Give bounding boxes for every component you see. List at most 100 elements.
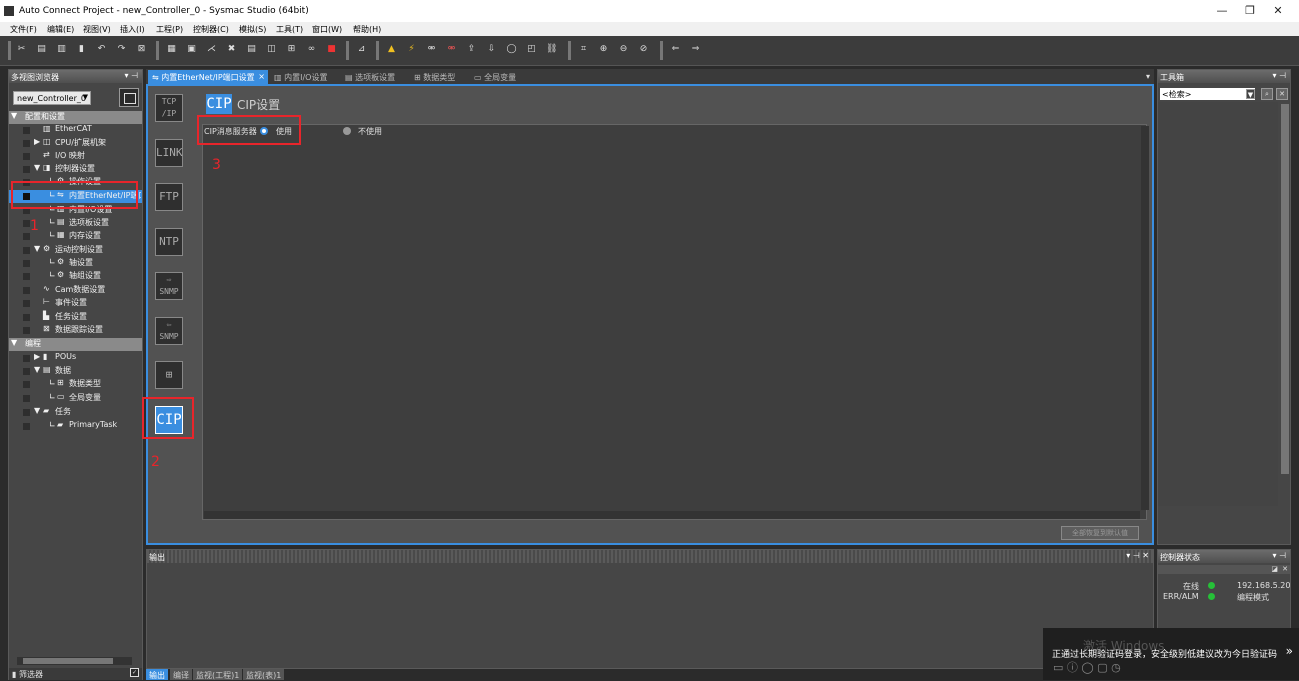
menu-edit[interactable]: 编辑(E) xyxy=(47,24,74,35)
stop-icon[interactable]: ■ xyxy=(326,44,337,55)
online-icon[interactable]: ⚡ xyxy=(406,44,417,55)
tab-output[interactable]: 输出 xyxy=(146,669,168,680)
filter-icon[interactable]: ⊿ xyxy=(356,44,367,55)
zoom-out-icon[interactable]: ⊖ xyxy=(618,44,629,55)
tree-item-data-trace[interactable]: ⊠ 数据跟踪设置 xyxy=(9,324,142,337)
tab-close-button[interactable]: × xyxy=(258,72,265,81)
tree-item-option-board[interactable]: ∟ ▤ 选项板设置 xyxy=(9,217,142,230)
copy-icon[interactable]: ▤ xyxy=(36,44,47,55)
filter-bar[interactable]: ▮ 筛选器 ✓ xyxy=(9,668,142,680)
ntp-button[interactable]: NTP xyxy=(155,228,183,256)
cut-icon[interactable]: ✂ xyxy=(16,44,27,55)
tree-section-config[interactable]: ▼ 配置和设置 xyxy=(9,111,142,124)
sync-icon[interactable]: ◰ xyxy=(526,44,537,55)
warning-icon[interactable]: ▲ xyxy=(386,44,397,55)
close-window-button[interactable]: ✕ xyxy=(1266,3,1290,19)
tab-data-types[interactable]: ⊞ 数据类型 xyxy=(410,70,459,84)
tcpip-button[interactable]: TCP/IP xyxy=(155,94,183,122)
filter-settings-button[interactable]: ⊞ xyxy=(155,361,183,389)
menu-help[interactable]: 帮助(H) xyxy=(353,24,381,35)
controller-select[interactable]: new_Controller_0 ▼ xyxy=(13,91,91,105)
tree-item-data[interactable]: ▼ ▤ 数据 xyxy=(9,365,142,378)
snmp-trap-button[interactable]: ⇦ SNMP xyxy=(155,317,183,345)
menu-simulation[interactable]: 模拟(S) xyxy=(239,24,266,35)
tab-global-vars[interactable]: ▭ 全局变量 xyxy=(470,70,520,84)
pin-icon[interactable]: ▾ ⊣ xyxy=(124,71,138,80)
toolbox-scrollbar[interactable] xyxy=(1281,104,1289,474)
cross-reference-icon[interactable]: ▦ xyxy=(166,44,177,55)
download-icon[interactable]: ⇩ xyxy=(486,44,497,55)
tree-item-cam-data[interactable]: ∿ Cam数据设置 xyxy=(9,284,142,297)
tree-item-ethercat[interactable]: ▥ EtherCAT xyxy=(9,124,142,137)
zoom-fit-icon[interactable]: ⌗ xyxy=(578,44,589,55)
zoom-reset-icon[interactable]: ⊘ xyxy=(638,44,649,55)
tab-build[interactable]: 编译 xyxy=(170,669,192,680)
menu-controller[interactable]: 控制器(C) xyxy=(193,24,229,35)
menu-insert[interactable]: 插入(I) xyxy=(120,24,145,35)
compare-icon[interactable]: ◫ xyxy=(266,44,277,55)
network-icon[interactable]: ▤ xyxy=(246,44,257,55)
controller-status-button[interactable] xyxy=(119,88,139,107)
link-icon[interactable]: ⛓ xyxy=(546,44,557,55)
tree-item-tasks[interactable]: ▼ ▰ 任务 xyxy=(9,406,142,419)
tab-builtin-io[interactable]: ▥ 内置I/O设置 xyxy=(270,70,331,84)
tab-watch-table[interactable]: 监视(表)1 xyxy=(243,669,285,680)
snmp-button[interactable]: ⇨ SNMP xyxy=(155,272,183,300)
tab-watch-project[interactable]: 监视(工程)1 xyxy=(193,669,243,680)
reset-icon[interactable]: ◯ xyxy=(506,44,517,55)
restore-defaults-button[interactable]: 全部恢复到默认值 xyxy=(1061,526,1139,540)
next-icon[interactable]: ⇒ xyxy=(690,44,701,55)
panel-controls-icon[interactable]: ▾ ⊣ ✕ xyxy=(1126,551,1149,560)
menu-view[interactable]: 视图(V) xyxy=(83,24,111,35)
menu-tools[interactable]: 工具(T) xyxy=(276,24,303,35)
link-button[interactable]: LINK xyxy=(155,139,183,167)
transfer-icon[interactable]: ⚮ xyxy=(446,44,457,55)
tree-item-task-settings[interactable]: ▙ 任务设置 xyxy=(9,311,142,324)
filter-checkbox[interactable]: ✓ xyxy=(130,668,139,677)
undo-icon[interactable]: ↶ xyxy=(96,44,107,55)
menu-window[interactable]: 窗口(W) xyxy=(312,24,342,35)
restore-button[interactable]: ❐ xyxy=(1238,3,1262,19)
double-chevron-right-icon[interactable]: » xyxy=(1286,644,1293,658)
tools-icon[interactable]: ✖ xyxy=(226,44,237,55)
zoom-in-icon[interactable]: ⊕ xyxy=(598,44,609,55)
window-icon[interactable]: ▣ xyxy=(186,44,197,55)
menu-file[interactable]: 文件(F) xyxy=(10,24,37,35)
search-icon[interactable]: ⌕ xyxy=(1261,88,1273,100)
login-toast[interactable]: 激活 Windows 正通过长期验证码登录，安全级别低建议改为今日验证码 » ▭… xyxy=(1043,628,1299,680)
minimize-button[interactable]: — xyxy=(1210,3,1234,19)
tree-item-axis-group[interactable]: ∟ ⚙ 轴组设置 xyxy=(9,270,142,283)
tree-item-data-types[interactable]: ∟ ⊞ 数据类型 xyxy=(9,378,142,391)
tree-item-memory[interactable]: ∟ ▦ 内存设置 xyxy=(9,230,142,243)
tree-item-global-vars[interactable]: ∟ ▭ 全局变量 xyxy=(9,392,142,405)
ftp-button[interactable]: FTP xyxy=(155,183,183,211)
tree-item-motion-control[interactable]: ▼ ⚙ 运动控制设置 xyxy=(9,244,142,257)
paste-icon[interactable]: ▥ xyxy=(56,44,67,55)
build-icon[interactable]: ⋌ xyxy=(206,44,217,55)
clear-icon[interactable]: ✕ xyxy=(1276,88,1288,100)
tree-horizontal-scrollbar[interactable] xyxy=(17,657,132,665)
offline-icon[interactable]: ⚮ xyxy=(426,44,437,55)
tree-item-axis[interactable]: ∟ ⚙ 轴设置 xyxy=(9,257,142,270)
cip-notuse-radio[interactable] xyxy=(343,127,351,135)
tree-item-event[interactable]: ⊢ 事件设置 xyxy=(9,297,142,310)
tree-section-programming[interactable]: ▼ 编程 xyxy=(9,338,142,351)
tree-item-io-map[interactable]: ⇄ I/O 映射 xyxy=(9,150,142,163)
redo-icon[interactable]: ↷ xyxy=(116,44,127,55)
tab-ethernet-ip[interactable]: ⇋ 内置EtherNet/IP端口设置 × xyxy=(148,70,268,84)
close-icon[interactable]: ✕ xyxy=(1282,565,1288,573)
tab-list-dropdown-icon[interactable]: ▾ xyxy=(1146,72,1150,81)
toolbox-search-input[interactable]: <检索> xyxy=(1160,88,1255,100)
expand-icon[interactable]: ◪ xyxy=(1271,565,1278,573)
tree-item-controller-settings[interactable]: ▼ ◨ 控制器设置 xyxy=(9,163,142,176)
tree-item-cpu-rack[interactable]: ▶ ◫ CPU/扩展机架 xyxy=(9,137,142,150)
delete-icon[interactable]: ▮ xyxy=(76,44,87,55)
chevron-down-icon[interactable]: ▼ xyxy=(1246,89,1255,99)
menu-project[interactable]: 工程(P) xyxy=(156,24,183,35)
content-vertical-scrollbar[interactable] xyxy=(1141,126,1149,510)
tree-item-primary-task[interactable]: ∟ ▰ PrimaryTask xyxy=(9,420,142,433)
binoculars-icon[interactable]: ∞ xyxy=(306,44,317,55)
content-horizontal-scrollbar[interactable] xyxy=(204,511,1140,519)
pin-icon[interactable]: ▾ ⊣ xyxy=(1272,71,1286,80)
tab-option-board[interactable]: ▤ 选项板设置 xyxy=(341,70,399,84)
